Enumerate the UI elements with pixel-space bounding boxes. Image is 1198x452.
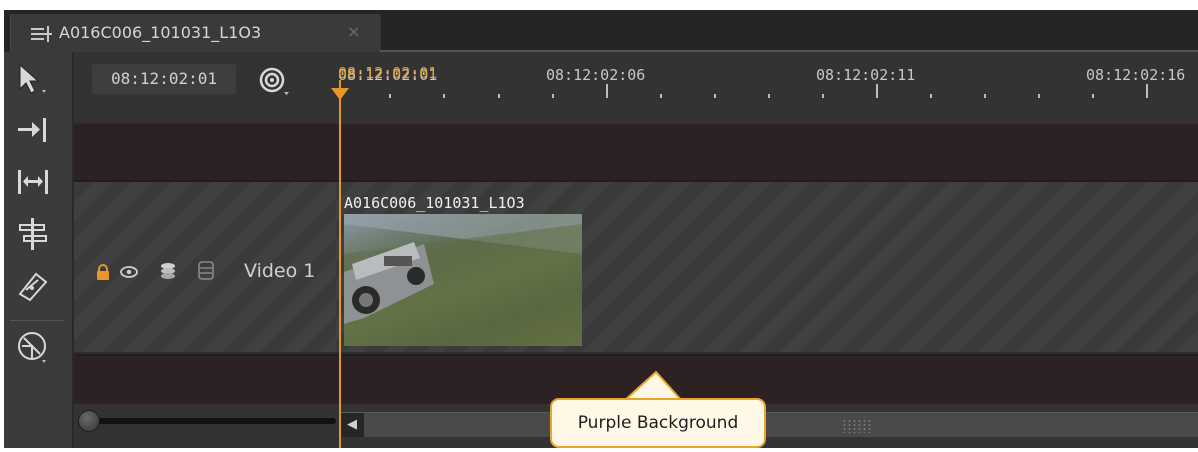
track-background-top <box>74 124 1198 180</box>
horizontal-scrollbar[interactable]: ◀ <box>340 412 1198 437</box>
ruler-tick <box>443 94 445 98</box>
radio-target-icon[interactable] <box>258 64 292 98</box>
ruler-tick <box>498 94 500 98</box>
tab-title: A016C006_101031_L1O3 <box>59 23 262 42</box>
ruler-tick <box>930 94 932 98</box>
app-root: A016C006_101031_L1O3 × 08:12:02:01 08:12… <box>0 0 1198 452</box>
ruler-label: 08:12:02:06 <box>546 66 646 84</box>
split-tool-icon[interactable] <box>14 216 58 254</box>
ruler-tick <box>660 94 662 98</box>
toolbar-divider <box>10 320 64 321</box>
track-header-video-1[interactable]: Video 1 <box>74 182 337 352</box>
clip-name: A016C006_101031_L1O3 <box>344 194 525 212</box>
clip-thumbnail-image <box>344 214 582 346</box>
layers-icon[interactable] <box>160 262 176 280</box>
scroll-left-icon[interactable]: ◀ <box>340 413 364 437</box>
playhead-line[interactable] <box>339 80 341 448</box>
ruler-tick <box>606 84 608 98</box>
ruler-tick <box>984 94 986 98</box>
ruler-tick <box>1146 84 1148 98</box>
ruler-tick <box>1038 94 1040 98</box>
annotation-callout: Purple Background <box>550 398 766 448</box>
timecode-field[interactable]: 08:12:02:01 <box>92 64 236 94</box>
close-icon[interactable]: × <box>347 22 360 41</box>
track-name: Video 1 <box>244 260 316 282</box>
timeline-panel: A016C006_101031_L1O3 × 08:12:02:01 08:12… <box>4 10 1198 448</box>
ruler-tick <box>389 94 391 98</box>
eye-icon[interactable] <box>120 266 138 278</box>
clip-thumbnail[interactable] <box>344 214 582 346</box>
tab-timeline[interactable]: A016C006_101031_L1O3 × <box>10 14 382 52</box>
zoom-slider-handle[interactable] <box>78 410 100 432</box>
playhead-timecode: 08:12:02:01 <box>338 64 438 82</box>
select-tool-icon[interactable] <box>14 62 58 100</box>
tab-bar: A016C006_101031_L1O3 × <box>4 10 1198 52</box>
callout-text: Purple Background <box>577 413 739 433</box>
timeline-icon <box>31 26 52 42</box>
time-ruler[interactable] <box>336 52 1198 124</box>
ruler-tick <box>552 94 554 98</box>
database-icon[interactable] <box>198 260 214 280</box>
zoom-slider-track[interactable] <box>80 418 336 424</box>
playhead-marker-icon[interactable] <box>331 88 349 100</box>
ruler-tick <box>822 94 824 98</box>
ruler-label: 08:12:02:16 <box>1086 66 1186 84</box>
trim-to-playhead-icon[interactable] <box>14 112 58 150</box>
razor-tool-icon[interactable] <box>14 268 58 306</box>
tool-sidebar <box>4 52 73 448</box>
timeline-controls: 08:12:02:01 <box>74 52 336 122</box>
lock-icon[interactable] <box>96 264 110 280</box>
ruler-label: 08:12:02:11 <box>816 66 916 84</box>
ruler-tick <box>768 94 770 98</box>
scroll-grip-icon[interactable] <box>842 419 872 433</box>
ruler-tick <box>1092 94 1094 98</box>
ruler-tick <box>876 84 878 98</box>
fit-range-icon[interactable] <box>14 164 58 202</box>
camera-sync-icon[interactable] <box>14 330 58 368</box>
ruler-tick <box>714 94 716 98</box>
